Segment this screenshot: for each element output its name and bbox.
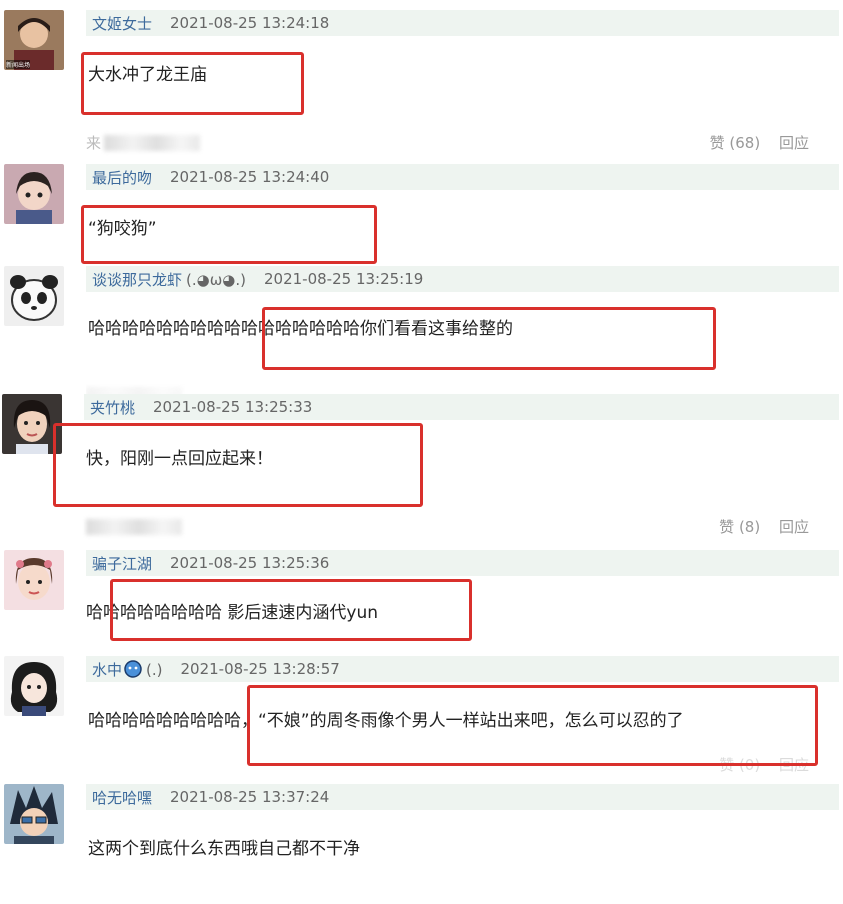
avatar[interactable] (4, 266, 64, 326)
comment-meta: 骗子江湖 2021-08-25 13:25:36 (86, 550, 839, 576)
username-link[interactable]: 谈谈那只龙虾 (.◕ω◕.) (92, 269, 246, 290)
highlight-box (262, 307, 716, 370)
username-link[interactable]: 最后的吻 (92, 167, 152, 188)
comment-meta: 水中 (.) 2021-08-25 13:28:57 (86, 656, 839, 682)
highlight-box (247, 685, 818, 766)
username-link[interactable]: 水中 (.) (92, 659, 163, 680)
username-emoticon: (.◕ω◕.) (186, 270, 246, 289)
avatar-label: 新闻出场 (6, 61, 30, 69)
avatar[interactable] (4, 656, 64, 716)
comment-time: 2021-08-25 13:25:33 (153, 398, 313, 416)
like-button[interactable]: 赞 (68) (710, 134, 761, 152)
comment-footer: 赞 (8) 回应 (86, 516, 809, 540)
reply-button[interactable]: 回应 (779, 518, 809, 536)
username-link[interactable]: 文姬女士 (92, 13, 152, 34)
blurred-source (104, 135, 200, 151)
comment-time: 2021-08-25 13:25:19 (264, 270, 424, 288)
comment-meta: 文姬女士 2021-08-25 13:24:18 (86, 10, 839, 36)
reply-button[interactable]: 回应 (779, 134, 809, 152)
highlight-box (53, 423, 423, 507)
highlight-box (81, 205, 377, 264)
username-link[interactable]: 哈无哈嘿 (92, 787, 152, 808)
comment-meta: 谈谈那只龙虾 (.◕ω◕.) 2021-08-25 13:25:19 (86, 266, 839, 292)
emoji-icon (124, 659, 142, 678)
username-link[interactable]: 骗子江湖 (92, 553, 152, 574)
highlight-box (110, 579, 472, 641)
username: 水中 (92, 660, 123, 679)
comment-time: 2021-08-25 13:24:40 (170, 168, 330, 186)
comment-footer: 来 赞 (68) 回应 (86, 132, 809, 156)
comment-meta: 哈无哈嘿 2021-08-25 13:37:24 (86, 784, 839, 810)
blurred-source (86, 519, 182, 535)
like-button[interactable]: 赞 (8) (719, 518, 760, 536)
comment-footer-partial (86, 384, 809, 394)
username: 谈谈那只龙虾 (92, 270, 183, 289)
comment-meta: 夹竹桃 2021-08-25 13:25:33 (84, 394, 839, 420)
avatar[interactable] (4, 784, 64, 844)
avatar[interactable] (4, 164, 64, 224)
comment-time: 2021-08-25 13:37:24 (170, 788, 330, 806)
avatar[interactable] (4, 550, 64, 610)
avatar[interactable]: 新闻出场 (4, 10, 64, 70)
username-link[interactable]: 夹竹桃 (90, 397, 135, 418)
highlight-box (81, 52, 304, 115)
source-label: 来 (86, 134, 102, 152)
comment-time: 2021-08-25 13:28:57 (180, 660, 340, 678)
comment-meta: 最后的吻 2021-08-25 13:24:40 (86, 164, 839, 190)
comment-time: 2021-08-25 13:25:36 (170, 554, 330, 572)
comment-text: 这两个到底什么东西哦自己都不干净 (88, 839, 360, 859)
blurred-source (86, 387, 182, 394)
username-emoticon: (.) (146, 660, 163, 679)
comment-time: 2021-08-25 13:24:18 (170, 14, 330, 32)
